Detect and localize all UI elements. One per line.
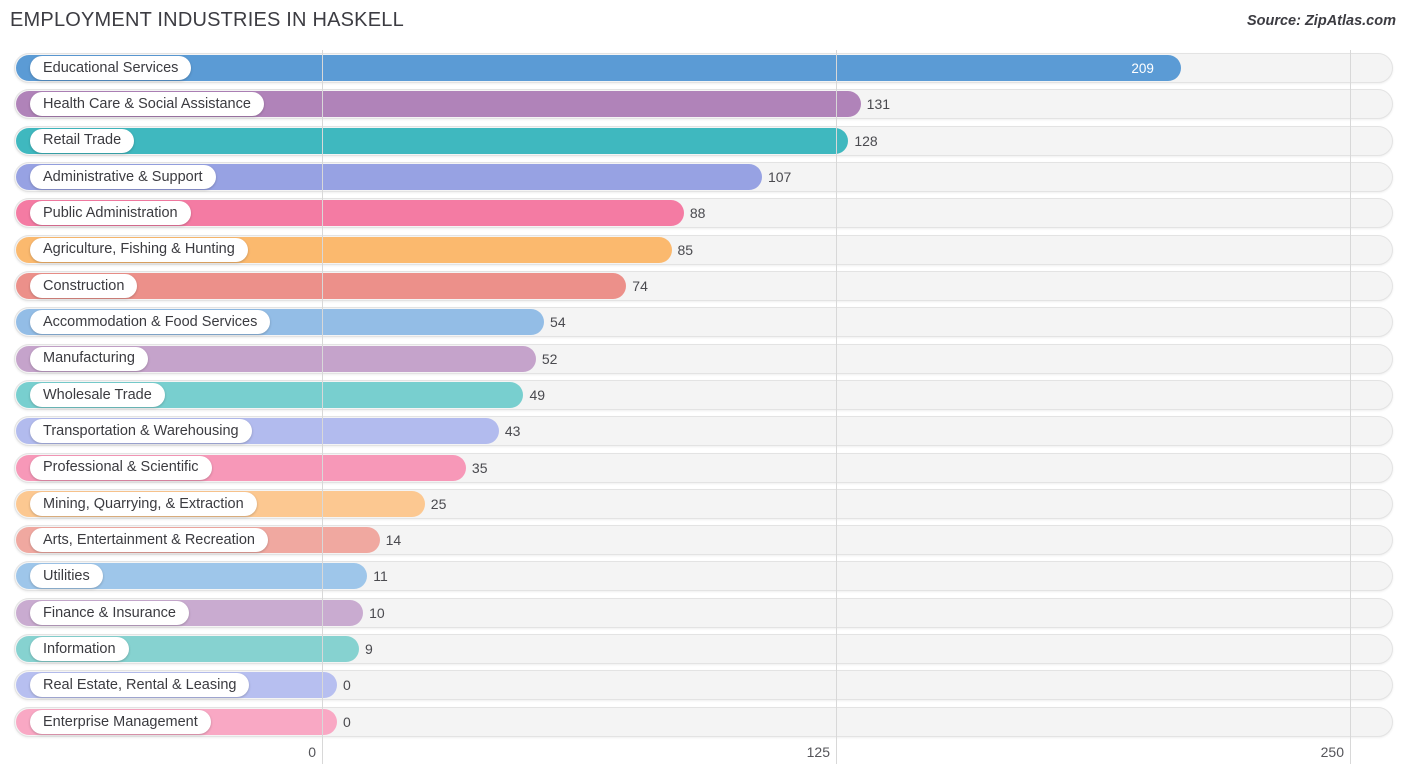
bar-row[interactable]: Mining, Quarrying, & Extraction 25 xyxy=(14,488,1393,519)
bar-value-label: 131 xyxy=(866,96,891,113)
bar-row[interactable]: Public Administration 88 xyxy=(14,198,1393,229)
bar-category-label: Agriculture, Fishing & Hunting xyxy=(30,237,248,262)
bar-value-label: 128 xyxy=(854,132,878,149)
axis-tick-label: 0 xyxy=(308,744,316,760)
bar-category-label: Accommodation & Food Services xyxy=(30,310,271,335)
bar-category-label-text: Agriculture, Fishing & Hunting xyxy=(43,241,235,258)
bar-category-label-text: Educational Services xyxy=(43,59,179,76)
bar-category-label-text: Finance & Insurance xyxy=(43,604,176,621)
bar-value-label: 25 xyxy=(430,495,447,512)
bar-value-label: 0 xyxy=(343,713,351,730)
chart-plot-area: Educational Services 209 Health Care & Soc… xyxy=(0,50,1406,740)
bar-value-label: 85 xyxy=(677,241,694,258)
bar-category-label-text: Arts, Entertainment & Recreation xyxy=(43,531,255,548)
bar-row[interactable]: Health Care & Social Assistance 131 xyxy=(14,89,1393,120)
bar-row[interactable]: Wholesale Trade 49 xyxy=(14,379,1393,410)
bar-value-label: 209 xyxy=(1131,60,1154,76)
bar-category-label-text: Utilities xyxy=(43,568,90,585)
bar-row[interactable]: Arts, Entertainment & Recreation 14 xyxy=(14,525,1393,556)
bar-category-label-text: Administrative & Support xyxy=(43,168,203,185)
bar-row[interactable]: Agriculture, Fishing & Hunting 85 xyxy=(14,234,1393,265)
axis-tick-label: 250 xyxy=(1320,744,1344,760)
bar-category-label: Health Care & Social Assistance xyxy=(30,92,264,117)
bar-value-label: 52 xyxy=(541,350,558,367)
axis-tick-mark xyxy=(836,740,837,764)
bar-category-label: Public Administration xyxy=(30,201,191,226)
bar-category-label: Professional & Scientific xyxy=(30,455,212,480)
bar-category-label-text: Transportation & Warehousing xyxy=(43,422,239,439)
bar-value-label: 54 xyxy=(550,314,566,331)
bar-category-label-text: Mining, Quarrying, & Extraction xyxy=(43,495,244,512)
bar-value-label: 14 xyxy=(385,532,402,549)
bar-value-label: 10 xyxy=(369,604,385,621)
bar-row[interactable]: Manufacturing 52 xyxy=(14,343,1393,374)
bar-category-label-text: Real Estate, Rental & Leasing xyxy=(43,677,237,694)
bar-category-label: Wholesale Trade xyxy=(30,382,165,407)
bar-category-label-text: Health Care & Social Assistance xyxy=(43,96,251,113)
page-title: EMPLOYMENT INDUSTRIES IN HASKELL xyxy=(10,9,404,31)
bar-row[interactable]: Educational Services 209 xyxy=(14,53,1393,83)
bar-value-label: 74 xyxy=(632,277,648,294)
bar-category-label: Transportation & Warehousing xyxy=(30,419,252,444)
bar-category-label: Enterprise Management xyxy=(30,709,211,734)
bar-category-label: Mining, Quarrying, & Extraction xyxy=(30,491,257,516)
bar-row[interactable]: Real Estate, Rental & Leasing 0 xyxy=(14,670,1393,701)
bar-category-label-text: Public Administration xyxy=(43,205,178,222)
chart-header: EMPLOYMENT INDUSTRIES IN HASKELL Source:… xyxy=(0,0,1406,44)
bar-value-label: 107 xyxy=(767,168,792,185)
bar-row[interactable]: Utilities 11 xyxy=(14,561,1393,592)
bar-value-label: 0 xyxy=(343,677,351,694)
bar-category-label: Information xyxy=(30,637,129,662)
bar-value-label: 11 xyxy=(373,568,388,585)
bar-category-label: Arts, Entertainment & Recreation xyxy=(30,528,268,553)
bar-category-label-text: Construction xyxy=(43,277,125,294)
bar-category-label: Finance & Insurance xyxy=(30,600,189,625)
bar-row[interactable]: Transportation & Warehousing 43 xyxy=(14,416,1393,447)
bar-value-label: 9 xyxy=(365,641,373,658)
bar-value-label: 35 xyxy=(471,459,488,476)
source-attribution: Source: ZipAtlas.com xyxy=(1246,13,1396,29)
bar-category-label-text: Professional & Scientific xyxy=(43,459,199,476)
bar-category-label-text: Manufacturing xyxy=(43,350,135,367)
bar-row[interactable]: Finance & Insurance 10 xyxy=(14,597,1393,628)
bar-row[interactable]: Accommodation & Food Services 54 xyxy=(14,307,1393,338)
axis-tick-label: 125 xyxy=(806,744,830,760)
bar-value-label: 88 xyxy=(689,205,706,222)
bar-category-label-text: Accommodation & Food Services xyxy=(43,313,258,330)
bar-category-label-text: Retail Trade xyxy=(43,132,122,149)
bar-row[interactable]: Enterprise Management 0 xyxy=(14,706,1393,737)
bar-value-label: 49 xyxy=(529,386,546,403)
bar-row[interactable]: Information 9 xyxy=(14,634,1393,665)
x-axis: 0 125 250 xyxy=(0,740,1406,777)
bar-category-label: Retail Trade xyxy=(30,128,135,153)
bar-category-label: Manufacturing xyxy=(30,346,148,371)
bar-category-label-text: Enterprise Management xyxy=(43,713,198,730)
bar-rows-container: Educational Services 209 Health Care & Soc… xyxy=(0,50,1406,740)
bar-row[interactable]: Retail Trade 128 xyxy=(14,125,1393,156)
bar-row[interactable]: Professional & Scientific 35 xyxy=(14,452,1393,483)
bar-fill[interactable] xyxy=(16,127,849,154)
bar-category-label-text: Information xyxy=(43,640,116,657)
bar-category-label: Construction xyxy=(30,273,138,298)
axis-tick-mark xyxy=(322,740,323,764)
bar-category-label: Administrative & Support xyxy=(30,164,216,189)
bar-category-label-text: Wholesale Trade xyxy=(43,386,152,403)
bar-row[interactable]: Administrative & Support 107 xyxy=(14,161,1393,192)
bar-category-label: Real Estate, Rental & Leasing xyxy=(30,673,250,698)
bar-category-label: Utilities xyxy=(30,564,103,589)
bar-row[interactable]: Construction 74 xyxy=(14,270,1393,301)
bar-value-label: 43 xyxy=(504,423,521,440)
axis-tick-mark xyxy=(1350,740,1351,764)
bar-category-label: Educational Services xyxy=(30,56,192,80)
